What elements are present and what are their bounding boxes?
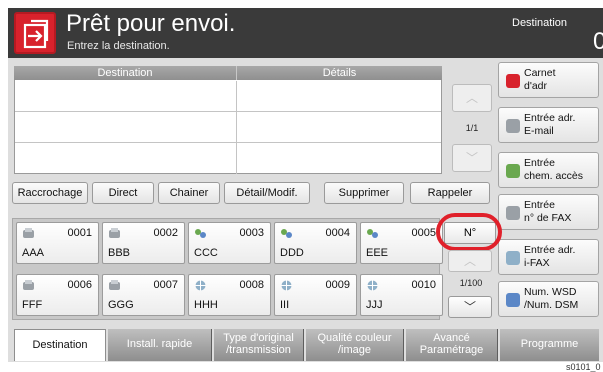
recall-button[interactable]: Rappeler — [410, 182, 490, 204]
speed-dial-button[interactable]: 0009 III — [274, 274, 357, 316]
speed-dial-number: 0007 — [153, 279, 178, 291]
ifax-icon — [506, 251, 520, 265]
grid-scroll-up-button[interactable]: ︿ — [448, 250, 492, 272]
speed-dial-button[interactable]: 0001 AAA — [16, 222, 99, 264]
tab-advanced-setup[interactable]: Avancé Paramétrage — [406, 329, 498, 361]
speed-dial-name: CCC — [194, 247, 218, 259]
table-row[interactable] — [15, 112, 441, 143]
ifax-entry-button[interactable]: Entrée adr. i-FAX — [498, 239, 599, 275]
speed-dial-button[interactable]: 0007 GGG — [102, 274, 185, 316]
speed-dial-button[interactable]: 0010 JJJ — [360, 274, 443, 316]
tab-label: Type d'original /transmission — [223, 332, 294, 356]
folder-path-label: Entrée chem. accès — [524, 157, 583, 182]
direct-button[interactable]: Direct — [92, 182, 154, 204]
group-icon — [366, 226, 379, 238]
globe-icon — [194, 278, 207, 291]
tab-program[interactable]: Programme — [500, 329, 599, 361]
column-divider — [236, 81, 237, 174]
speed-dial-name: JJJ — [366, 299, 383, 311]
fax-icon — [108, 226, 121, 238]
globe-icon — [366, 278, 379, 291]
speed-dial-button[interactable]: 0004 DDD — [274, 222, 357, 264]
table-scroll-down-button[interactable]: ﹀ — [452, 144, 492, 172]
group-icon — [194, 226, 207, 238]
wsd-dsm-button[interactable]: Num. WSD /Num. DSM — [498, 281, 599, 317]
folder-icon — [506, 164, 520, 178]
grid-page-indicator: 1/100 — [459, 278, 483, 288]
hangup-button[interactable]: Raccrochage — [12, 182, 88, 204]
speed-dial-number: 0001 — [67, 227, 92, 239]
speed-dial-name: BBB — [108, 247, 131, 259]
speed-dial-button[interactable]: 0003 CCC — [188, 222, 271, 264]
speed-dial-button[interactable]: 0006 FFF — [16, 274, 99, 316]
tab-label: Install. rapide — [126, 338, 193, 350]
chain-button[interactable]: Chainer — [158, 182, 220, 204]
speed-dial-name: AAA — [22, 247, 45, 259]
speed-dial-name: HHH — [194, 299, 218, 311]
tab-label: Destination — [32, 339, 88, 351]
page-subtitle: Entrez la destination. — [67, 40, 170, 52]
fax-icon — [22, 226, 35, 238]
delete-button[interactable]: Supprimer — [324, 182, 404, 204]
email-entry-button[interactable]: Entrée adr. E-mail — [498, 107, 599, 143]
chevron-down-icon: ﹀ — [465, 151, 478, 165]
speed-dial-number: 0010 — [411, 279, 436, 291]
tab-quick-setup[interactable]: Install. rapide — [108, 329, 212, 361]
highlight-circle — [436, 213, 502, 251]
tab-original-transmission[interactable]: Type d'original /transmission — [214, 329, 304, 361]
tab-label: Programme — [520, 338, 579, 350]
fax-icon — [22, 278, 35, 290]
speed-dial-button[interactable]: 0005 EEE — [360, 222, 443, 264]
speed-dial-button[interactable]: 0002 BBB — [102, 222, 185, 264]
speed-dial-name: III — [280, 299, 290, 311]
speed-dial-number: 0009 — [325, 279, 350, 291]
grid-scroll-down-button[interactable]: ﹀ — [448, 296, 492, 318]
table-scroll-up-button[interactable]: ︿ — [452, 84, 492, 112]
globe-icon — [280, 278, 293, 291]
fax-icon — [506, 206, 520, 220]
column-header-destination: Destination — [14, 66, 236, 80]
tab-color-image-quality[interactable]: Qualité couleur /image — [306, 329, 404, 361]
chevron-up-icon: ︿ — [463, 254, 476, 268]
send-status-icon — [14, 12, 56, 54]
speed-dial-number: 0008 — [239, 279, 264, 291]
column-header-details: Détails — [236, 66, 442, 80]
address-book-label: Carnet d'adr — [524, 67, 556, 92]
page-title: Prêt pour envoi. — [66, 10, 236, 37]
wsd-icon — [506, 293, 520, 307]
address-book-icon — [506, 74, 520, 88]
chevron-down-icon: ﹀ — [463, 300, 476, 314]
tab-destination[interactable]: Destination — [14, 329, 106, 361]
speed-dial-name: GGG — [108, 299, 134, 311]
wsd-dsm-label: Num. WSD /Num. DSM — [524, 286, 579, 311]
speed-dial-name: FFF — [22, 299, 43, 311]
address-book-button[interactable]: Carnet d'adr — [498, 62, 599, 98]
speed-dial-name: DDD — [280, 247, 304, 259]
fax-icon — [108, 278, 121, 290]
speed-dial-number: 0002 — [153, 227, 178, 239]
speed-dial-number: 0005 — [411, 227, 436, 239]
email-icon — [506, 119, 520, 133]
destination-count: 0 — [593, 28, 603, 55]
speed-dial-button[interactable]: 0008 HHH — [188, 274, 271, 316]
chevron-up-icon: ︿ — [465, 91, 478, 105]
detail-edit-button[interactable]: Détail/Modif. — [224, 182, 310, 204]
table-page-indicator: 1/1 — [465, 123, 479, 133]
group-icon — [280, 226, 293, 238]
ifax-entry-label: Entrée adr. i-FAX — [524, 244, 576, 269]
tab-label: Qualité couleur /image — [317, 332, 392, 356]
table-row[interactable] — [15, 143, 441, 174]
speed-dial-name: EEE — [366, 247, 389, 259]
folder-path-button[interactable]: Entrée chem. accès — [498, 152, 599, 188]
image-reference-label: s0101_0 — [566, 362, 601, 372]
destination-count-label: Destination — [512, 17, 568, 29]
tab-label: Avancé Paramétrage — [419, 332, 484, 356]
speed-dial-number: 0003 — [239, 227, 264, 239]
speed-dial-number: 0004 — [325, 227, 350, 239]
fax-number-label: Entrée n° de FAX — [524, 199, 572, 224]
fax-number-button[interactable]: Entrée n° de FAX — [498, 194, 599, 230]
email-entry-label: Entrée adr. E-mail — [524, 112, 576, 137]
speed-dial-number: 0006 — [67, 279, 92, 291]
table-row[interactable] — [15, 81, 441, 112]
